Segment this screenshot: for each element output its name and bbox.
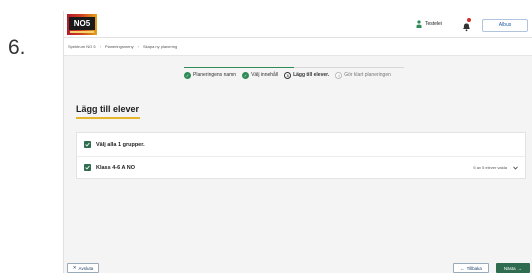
logo-underline [70, 31, 94, 33]
step-label: Lägg till elever. [293, 72, 330, 78]
breadcrumb-separator: › [137, 44, 139, 49]
stepper-progress-fill [184, 67, 294, 68]
stepper-progress-track [184, 67, 404, 68]
notification-dot [467, 18, 471, 22]
checkmark-icon [85, 142, 90, 147]
breadcrumb-item[interactable]: Planeringsmeny [105, 44, 134, 49]
breadcrumb-separator: › [99, 44, 101, 49]
user-name: Testelei [425, 21, 442, 27]
user-menu[interactable]: Testelei [416, 20, 442, 28]
step-number-circle: 3 [284, 71, 292, 79]
notification-bell[interactable] [462, 18, 471, 32]
page-title: Lägg till elever [76, 104, 140, 114]
product-logo[interactable]: NO5 [67, 14, 97, 35]
wizard-footer: ✕ Avsluta ← Tillbaka Nästa → [64, 261, 532, 273]
chevron-down-icon[interactable] [513, 166, 518, 170]
select-all-checkbox[interactable] [84, 141, 91, 148]
screenshot-canvas: 6. NO5 Testelei Albus Spektrum NO 5 › Pl… [0, 0, 532, 273]
group-selection-card: Välj alla 1 grupper. Klass 4-6 A NO 5 av… [76, 132, 526, 179]
app-window: NO5 Testelei Albus Spektrum NO 5 › Plane… [63, 11, 532, 273]
select-all-label: Välj alla 1 grupper. [96, 141, 145, 148]
top-header: NO5 Testelei Albus [64, 11, 532, 38]
step-content: ✓ Välj innehåll [242, 71, 279, 79]
group-student-count: 5 av 5 elever valda [473, 165, 507, 170]
close-icon: ✕ [72, 265, 77, 270]
step-name: ✓ Planeringens namn [184, 71, 237, 79]
step-label: Gör klart planeringen [344, 72, 391, 78]
group-checkbox[interactable] [84, 164, 91, 171]
select-all-row[interactable]: Välj alla 1 grupper. [77, 133, 525, 156]
tutorial-step-number: 6. [8, 36, 26, 59]
bell-icon [463, 23, 470, 32]
step-finish: 4 Gör klart planeringen [335, 71, 391, 79]
checkmark-icon [85, 165, 90, 170]
breadcrumb: Spektrum NO 5 › Planeringsmeny › Skapa n… [64, 38, 532, 56]
next-label: Nästa [503, 265, 516, 271]
cancel-button[interactable]: ✕ Avsluta [67, 263, 99, 273]
title-underline [76, 117, 140, 119]
arrow-right-icon: → [517, 265, 523, 271]
breadcrumb-item-current: Skapa ny planering [142, 44, 178, 49]
next-button[interactable]: Nästa → [496, 263, 530, 273]
logo-text: NO5 [69, 17, 95, 30]
step-label: Planeringens namn [193, 72, 237, 78]
user-button[interactable]: Albus [482, 19, 528, 32]
cancel-label: Avsluta [78, 265, 94, 271]
step-students: 3 Lägg till elever. [284, 71, 330, 79]
step-label: Välj innehåll [251, 72, 279, 78]
arrow-left-icon: ← [460, 265, 465, 271]
wizard-stepper: ✓ Planeringens namn ✓ Välj innehåll 3 Lä… [184, 67, 404, 81]
check-icon: ✓ [242, 71, 250, 79]
user-icon [416, 20, 422, 28]
group-name: Klass 4-6 A NO [96, 164, 136, 171]
step-number-circle: 4 [335, 71, 343, 79]
back-button[interactable]: ← Tillbaka [453, 263, 489, 273]
back-label: Tillbaka [466, 265, 482, 271]
check-icon: ✓ [184, 71, 191, 79]
breadcrumb-item[interactable]: Spektrum NO 5 [68, 44, 96, 49]
group-row[interactable]: Klass 4-6 A NO 5 av 5 elever valda [77, 156, 525, 178]
